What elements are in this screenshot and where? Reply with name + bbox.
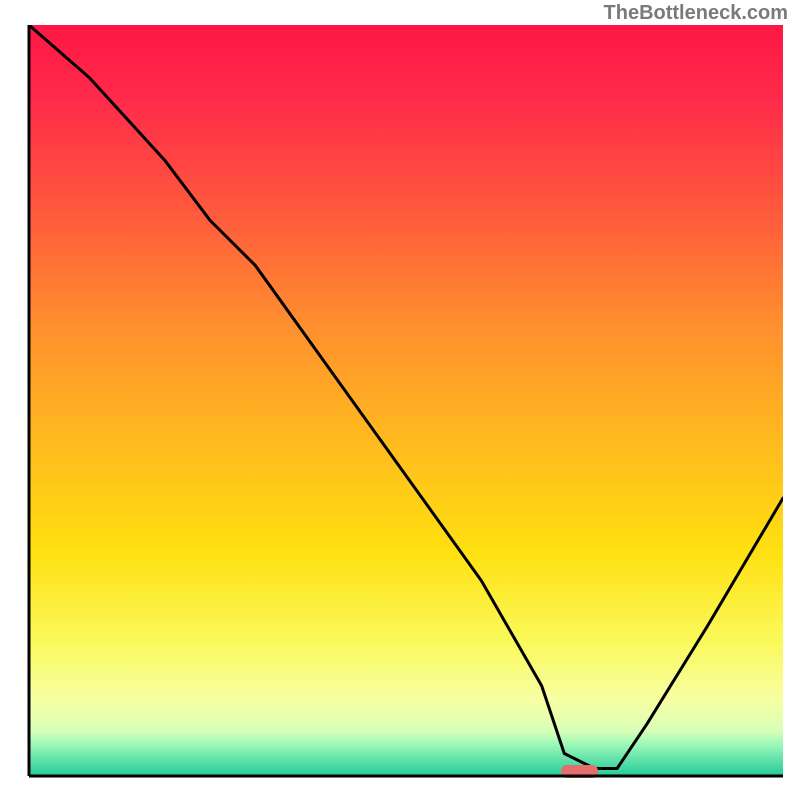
axes [0, 0, 800, 800]
watermark-text: TheBottleneck.com [604, 2, 788, 25]
